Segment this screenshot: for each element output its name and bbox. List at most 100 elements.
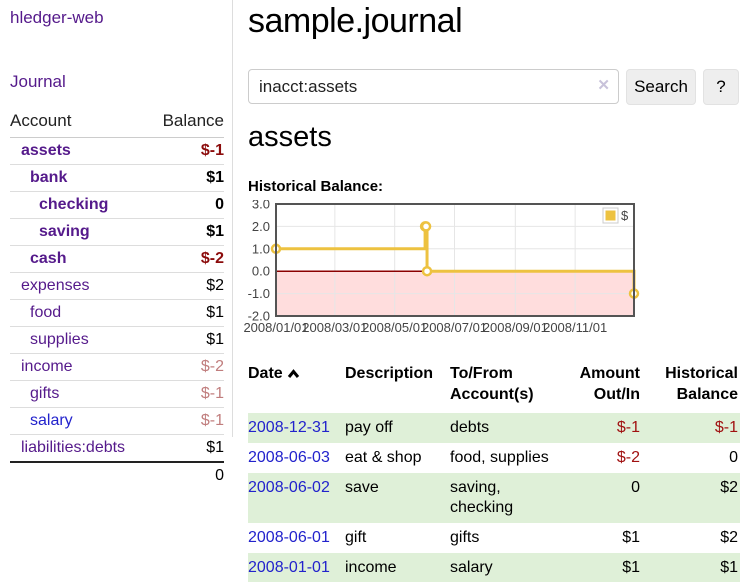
account-row-saving: saving $1	[10, 219, 224, 246]
register-header-date[interactable]: Date	[248, 362, 345, 413]
account-balance: $2	[150, 273, 225, 300]
transaction-date-link[interactable]: 2008-01-01	[248, 559, 330, 576]
transaction-date-link[interactable]: 2008-06-01	[248, 529, 330, 546]
account-heading: assets	[248, 121, 332, 154]
help-button[interactable]: ?	[703, 69, 739, 105]
account-link-assets[interactable]: assets	[21, 142, 71, 159]
sidebar: hledger-web Journal Account Balance asse…	[0, 0, 233, 437]
chart-title: Historical Balance:	[248, 178, 383, 195]
register-section: Date Description To/From Account(s) Amou…	[248, 362, 740, 582]
account-balance: $-2	[150, 246, 225, 273]
account-balance: $1	[150, 300, 225, 327]
account-row-assets: assets $-1	[10, 138, 224, 165]
transaction-date-link[interactable]: 2008-06-02	[248, 479, 330, 496]
register-header-description: Description	[345, 362, 450, 413]
account-row-salary: salary $-1	[10, 408, 224, 435]
page-title: sample.journal	[248, 2, 462, 41]
transaction-balance: $1	[642, 553, 740, 582]
svg-text:2008/01/01: 2008/01/01	[243, 320, 308, 335]
account-row-checking: checking 0	[10, 192, 224, 219]
account-link-income[interactable]: income	[21, 358, 73, 375]
transaction-accounts: saving, checking	[450, 473, 570, 523]
svg-text:3.0: 3.0	[252, 200, 270, 212]
account-balance: $-1	[150, 408, 225, 435]
search-input[interactable]	[248, 69, 619, 104]
svg-text:2008/11/01: 2008/11/01	[543, 320, 607, 335]
hledger-web-page: hledger-web Journal Account Balance asse…	[0, 0, 742, 582]
account-link-liabilities-debts[interactable]: liabilities:debts	[21, 439, 125, 456]
account-row-liabilities-debts: liabilities:debts $1	[10, 435, 224, 463]
transaction-description: save	[345, 473, 450, 523]
register-table: Date Description To/From Account(s) Amou…	[248, 362, 740, 582]
svg-text:2008/07/01: 2008/07/01	[422, 320, 487, 335]
account-balance: $-1	[150, 138, 225, 165]
account-balance: $1	[150, 219, 225, 246]
transaction-amount: 0	[570, 473, 642, 523]
svg-text:2008/03/01: 2008/03/01	[302, 320, 367, 335]
transaction-date-link[interactable]: 2008-06-03	[248, 449, 330, 466]
account-link-supplies[interactable]: supplies	[30, 331, 89, 348]
account-link-saving[interactable]: saving	[39, 223, 90, 240]
transaction-description: gift	[345, 523, 450, 553]
account-row-food: food $1	[10, 300, 224, 327]
account-link-bank[interactable]: bank	[30, 169, 67, 186]
sidebar-item-journal[interactable]: Journal	[10, 72, 224, 92]
accounts-header-account: Account	[10, 109, 150, 138]
account-row-expenses: expenses $2	[10, 273, 224, 300]
account-link-expenses[interactable]: expenses	[21, 277, 90, 294]
svg-text:-1.0: -1.0	[248, 286, 270, 301]
transaction-amount: $1	[570, 523, 642, 553]
search-form: ✕ Search ?	[248, 69, 740, 105]
transaction-amount: $1	[570, 553, 642, 582]
register-row: 2008-06-03 eat & shop food, supplies $-2…	[248, 443, 740, 473]
account-row-supplies: supplies $1	[10, 327, 224, 354]
transaction-accounts: food, supplies	[450, 443, 570, 473]
transaction-description: eat & shop	[345, 443, 450, 473]
transaction-accounts: debts	[450, 413, 570, 443]
account-balance: $-1	[150, 381, 225, 408]
transaction-description: pay off	[345, 413, 450, 443]
register-header-accounts: To/From Account(s)	[450, 362, 570, 413]
clear-search-icon[interactable]: ✕	[597, 77, 610, 95]
register-row: 2008-12-31 pay off debts $-1 $-1	[248, 413, 740, 443]
account-balance: $1	[150, 327, 225, 354]
accounts-header-balance: Balance	[150, 109, 225, 138]
svg-text:$: $	[621, 208, 629, 223]
transaction-date-link[interactable]: 2008-12-31	[248, 419, 330, 436]
chart-canvas: 3.02.01.00.0-1.0-2.02008/01/012008/03/01…	[242, 200, 642, 342]
account-row-cash: cash $-2	[10, 246, 224, 273]
account-link-cash[interactable]: cash	[30, 250, 66, 267]
transaction-amount: $-2	[570, 443, 642, 473]
transaction-accounts: salary	[450, 553, 570, 582]
svg-text:2.0: 2.0	[252, 219, 270, 234]
register-header-amount: Amount Out/In	[570, 362, 642, 413]
svg-text:2008/09/01: 2008/09/01	[483, 320, 548, 335]
search-button[interactable]: Search	[626, 69, 696, 105]
account-link-checking[interactable]: checking	[39, 196, 108, 213]
sort-ascending-icon	[287, 365, 300, 386]
brand-link[interactable]: hledger-web	[10, 8, 104, 28]
account-balance: $-2	[150, 354, 225, 381]
accounts-total-row: 0	[10, 462, 224, 489]
main-content: sample.journal ✕ Search ? assets Histori…	[248, 0, 740, 582]
account-row-gifts: gifts $-1	[10, 381, 224, 408]
transaction-balance: $-1	[642, 413, 740, 443]
historical-balance-chart: 3.02.01.00.0-1.0-2.02008/01/012008/03/01…	[242, 200, 642, 342]
account-link-salary[interactable]: salary	[30, 412, 73, 429]
register-row: 2008-01-01 income salary $1 $1	[248, 553, 740, 582]
account-balance: $1	[150, 165, 225, 192]
svg-text:2008/05/01: 2008/05/01	[362, 320, 427, 335]
accounts-table: Account Balance assets $-1 bank $1 check…	[10, 109, 224, 489]
transaction-balance: $2	[642, 473, 740, 523]
transaction-accounts: gifts	[450, 523, 570, 553]
account-row-bank: bank $1	[10, 165, 224, 192]
svg-text:1.0: 1.0	[252, 241, 270, 256]
accounts-total: 0	[150, 462, 225, 489]
svg-text:0.0: 0.0	[252, 264, 270, 279]
register-row: 2008-06-01 gift gifts $1 $2	[248, 523, 740, 553]
account-balance: $1	[150, 435, 225, 463]
account-link-gifts[interactable]: gifts	[30, 385, 59, 402]
transaction-description: income	[345, 553, 450, 582]
account-row-income: income $-2	[10, 354, 224, 381]
account-link-food[interactable]: food	[30, 304, 61, 321]
